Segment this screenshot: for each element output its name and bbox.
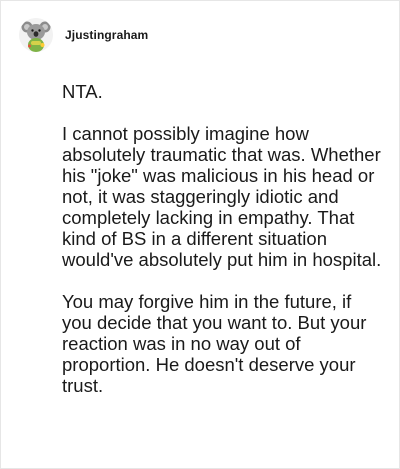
comment-card: Jjustingraham NTA. I cannot possibly ima… bbox=[0, 0, 400, 469]
comment-body: NTA. I cannot possibly imagine how absol… bbox=[62, 81, 382, 417]
username[interactable]: Jjustingraham bbox=[65, 28, 148, 42]
comment-header: Jjustingraham bbox=[19, 15, 148, 55]
comment-paragraph-2: I cannot possibly imagine how absolutely… bbox=[62, 123, 382, 270]
koala-avatar-icon[interactable] bbox=[19, 18, 53, 52]
comment-paragraph-3: You may forgive him in the future, if yo… bbox=[62, 291, 367, 396]
comment-paragraph-1: NTA. bbox=[62, 81, 103, 102]
